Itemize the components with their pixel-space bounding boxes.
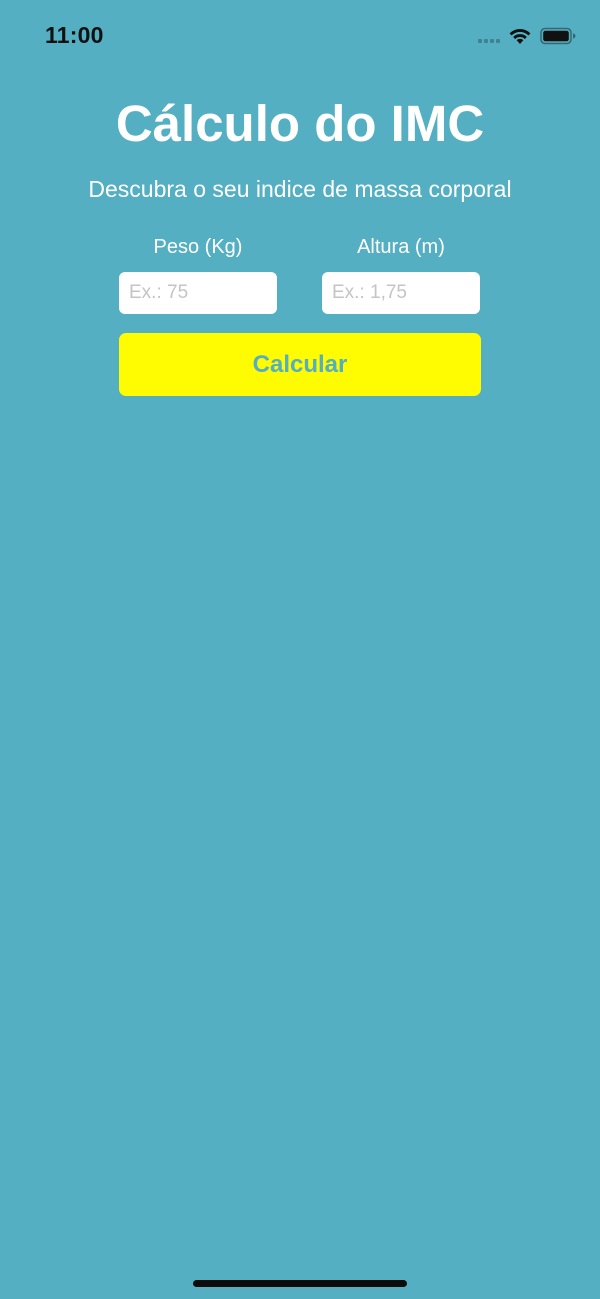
home-indicator <box>193 1280 407 1287</box>
calculate-button[interactable]: Calcular <box>119 333 481 396</box>
signal-icon <box>478 29 500 43</box>
app-screen: 11:00 Cálculo do IMC Descubra o seu indi… <box>0 0 600 1299</box>
status-time: 11:00 <box>45 22 104 48</box>
status-icons <box>478 26 576 46</box>
height-label: Altura (m) <box>357 236 445 258</box>
height-input[interactable] <box>322 272 480 314</box>
weight-label: Peso (Kg) <box>153 236 243 258</box>
page-subtitle: Descubra o seu indice de massa corporal <box>88 176 512 202</box>
weight-input[interactable] <box>119 272 277 314</box>
page-title: Cálculo do IMC <box>115 95 485 152</box>
battery-icon <box>540 27 576 45</box>
wifi-icon <box>508 27 532 45</box>
